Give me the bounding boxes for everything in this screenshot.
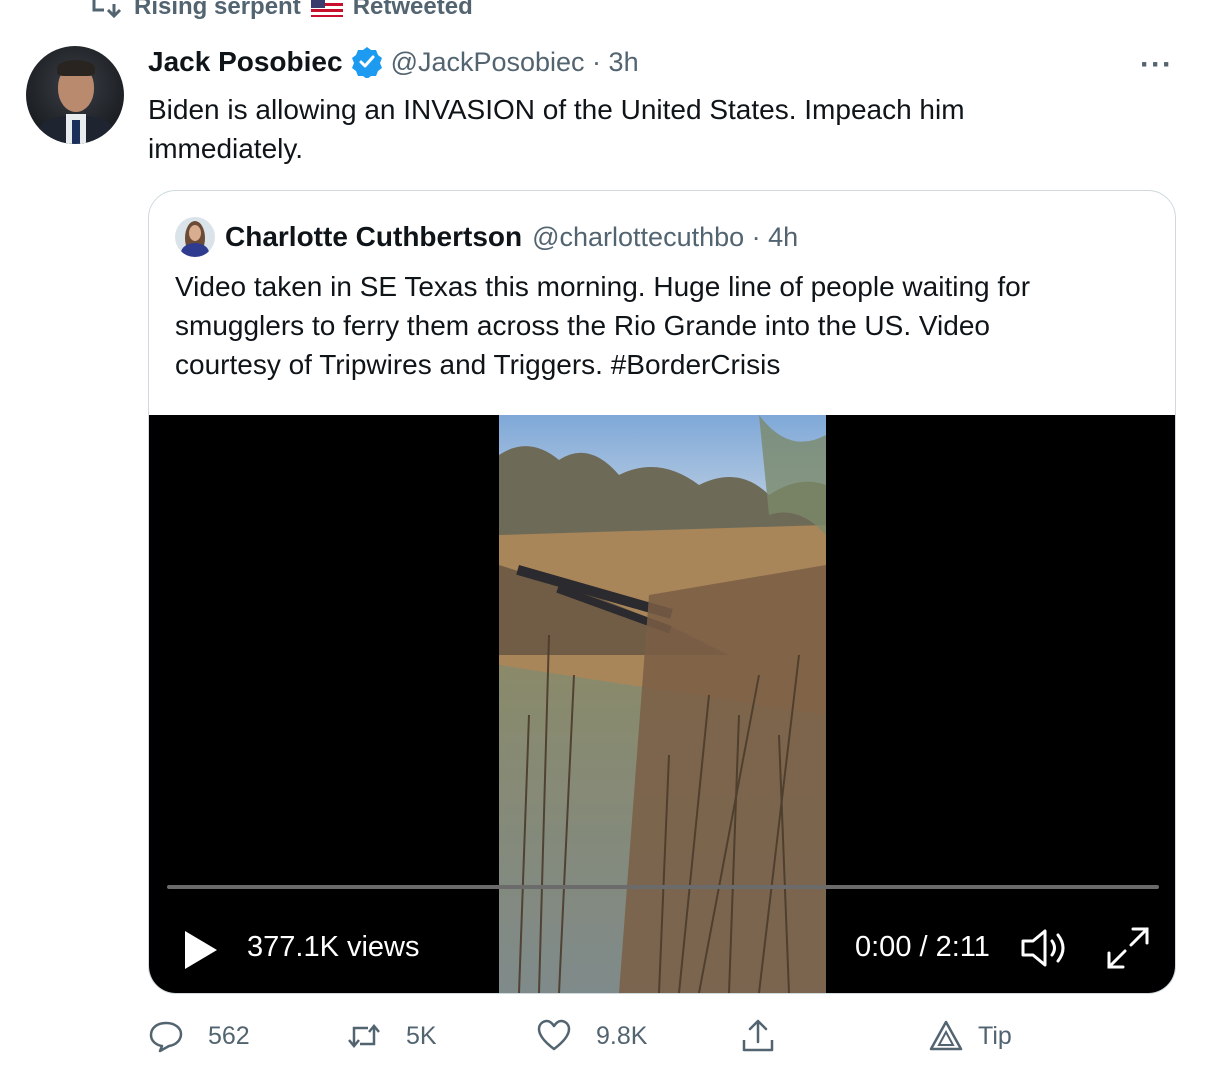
reply-count: 562 xyxy=(208,1021,250,1050)
quoted-tweet-text: Video taken in SE Texas this morning. Hu… xyxy=(175,267,1135,384)
tweet-text-line: Biden is allowing an INVASION of the Uni… xyxy=(148,94,965,125)
reply-icon xyxy=(149,1021,183,1053)
retweeted-label: Retweeted xyxy=(352,0,473,20)
like-button[interactable]: 9.8K xyxy=(536,1018,647,1054)
retweet-header: Rising serpent Retweeted xyxy=(90,0,473,22)
author-avatar[interactable] xyxy=(26,46,124,144)
tweet-header: Jack Posobiec @JackPosobiec · 3h xyxy=(148,46,639,78)
video-time: 0:00 / 2:11 xyxy=(855,931,990,963)
author-name[interactable]: Jack Posobiec xyxy=(148,46,343,78)
tweet-text-line: immediately. xyxy=(148,133,304,164)
quoted-text-line: smugglers to ferry them across the Rio G… xyxy=(175,310,990,341)
volume-icon[interactable] xyxy=(1019,925,1069,971)
tip-label: Tip xyxy=(978,1021,1012,1050)
tweet-text: Biden is allowing an INVASION of the Uni… xyxy=(148,90,1148,168)
video-frame xyxy=(499,415,826,993)
quoted-author-name[interactable]: Charlotte Cuthbertson xyxy=(225,221,522,253)
retweet-icon xyxy=(92,0,122,19)
video-player[interactable]: 377.1K views 0:00 / 2:11 xyxy=(149,415,1175,993)
quoted-text-line: courtesy of Tripwires and Triggers. #Bor… xyxy=(175,349,781,380)
verified-badge-icon xyxy=(351,47,382,78)
quoted-author-handle-time[interactable]: @charlottecuthbo · 4h xyxy=(532,222,798,253)
share-button[interactable] xyxy=(740,1018,776,1054)
retweeter-name[interactable]: Rising serpent xyxy=(134,0,301,21)
more-options-icon[interactable]: ··· xyxy=(1140,48,1173,82)
share-icon xyxy=(742,1019,774,1052)
play-icon[interactable] xyxy=(181,927,221,973)
video-progress-bar[interactable] xyxy=(167,885,1159,889)
quoted-tweet-header: Charlotte Cuthbertson @charlottecuthbo ·… xyxy=(225,221,798,253)
video-views: 377.1K views xyxy=(247,931,420,963)
retweet-icon xyxy=(348,1024,380,1048)
reply-button[interactable]: 562 xyxy=(148,1018,250,1054)
quoted-text-line: Video taken in SE Texas this morning. Hu… xyxy=(175,271,1031,302)
retweet-count: 5K xyxy=(406,1021,437,1050)
retweet-button[interactable]: 5K xyxy=(346,1018,437,1054)
quoted-author-avatar[interactable] xyxy=(175,217,215,257)
fullscreen-icon[interactable] xyxy=(1105,925,1151,971)
tweet-action-bar: 562 5K 9.8K Tip xyxy=(148,1018,1048,1064)
quoted-tweet[interactable]: Charlotte Cuthbertson @charlottecuthbo ·… xyxy=(148,190,1176,994)
author-handle-time[interactable]: @JackPosobiec · 3h xyxy=(391,47,639,78)
tip-button[interactable]: Tip xyxy=(928,1018,1012,1054)
tip-icon xyxy=(929,1020,963,1051)
like-count: 9.8K xyxy=(596,1021,648,1050)
heart-icon xyxy=(537,1019,571,1051)
us-flag-icon xyxy=(310,0,343,17)
